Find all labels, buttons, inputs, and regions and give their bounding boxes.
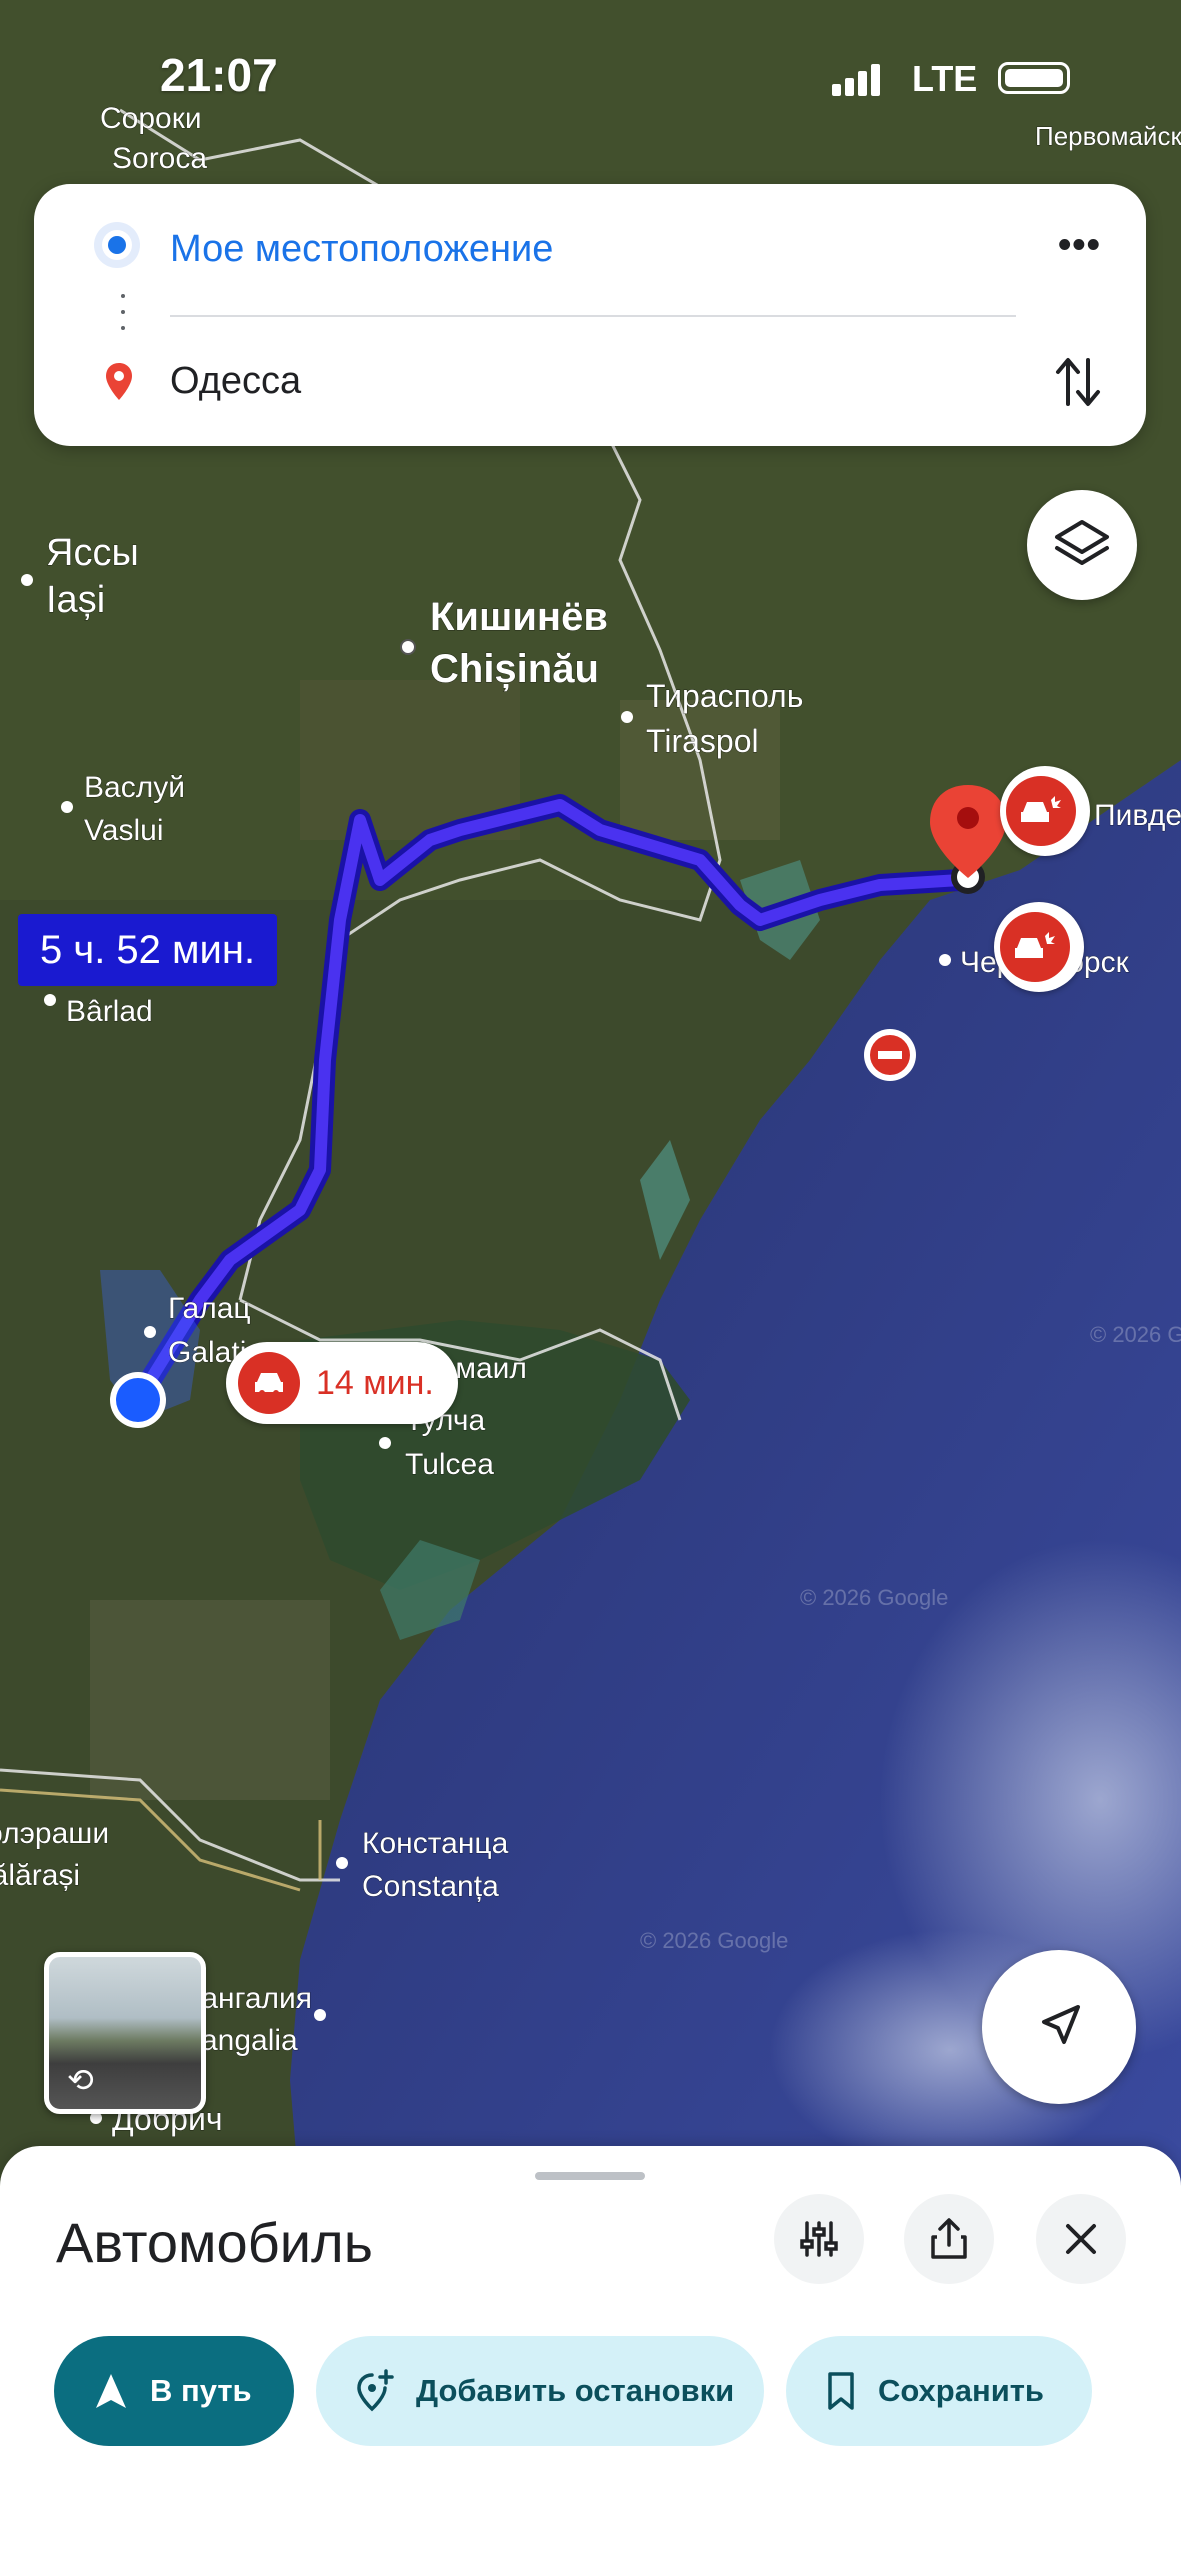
route-connector-dots [121,294,125,344]
destination-pin-icon [106,363,132,400]
map-label-tulcea: Tulcea [405,1448,494,1481]
traffic-car-icon [238,1352,300,1414]
map-watermark: © 2026 Google [640,1928,788,1953]
signal-icon [832,64,880,96]
map-label-tiraspol: Tiraspol [646,723,759,759]
map-label-constanta: Constanța [362,1870,499,1903]
share-icon [931,2218,967,2259]
field-divider [170,315,1016,317]
save-route-button[interactable]: Сохранить [786,2336,1092,2446]
map-label-vaslui-ru: Васлуй [84,771,185,804]
origin-field[interactable]: Мое местоположение [170,228,553,271]
map-label-galati-ru: Галац [168,1292,251,1325]
status-bar: 21:07 LTE [0,0,1181,150]
navigation-icon [96,2374,126,2408]
save-route-label: Сохранить [878,2373,1044,2408]
map-watermark: © 2026 Google [800,1585,948,1610]
start-navigation-button[interactable]: В путь [54,2336,294,2446]
add-stops-label: Добавить остановки [416,2373,735,2408]
navigation-arrow-icon [1042,2005,1080,2044]
map-label-vaslui: Vaslui [84,814,163,847]
map-watermark: © 2026 Google [1090,1322,1181,1347]
incident-crash-bubble[interactable] [1000,766,1090,856]
map-label-tiraspol-ru: Тирасполь [646,678,803,714]
map-label-chisinau-ru: Кишинёв [430,595,608,639]
layers-button[interactable] [1027,490,1137,600]
recenter-button[interactable] [982,1950,1136,2104]
travel-mode-title: Автомобиль [56,2211,373,2274]
crash-icon [1006,776,1076,846]
share-button[interactable] [904,2194,994,2284]
map-label-pivdenne: Пивденне [1094,799,1181,832]
map-label-constanta-ru: Констанца [362,1827,509,1860]
map-label-chisinau: Chișinău [430,647,599,691]
route-search-card: Мое местоположение ••• Одесса [34,184,1146,446]
traffic-delay-text: 14 мин. [316,1363,434,1402]
origin-location-icon [102,230,132,260]
incident-crash-bubble[interactable] [994,902,1084,992]
current-location-icon[interactable] [110,1372,166,1428]
street-view-thumbnail[interactable]: ⟲ [44,1952,206,2114]
start-navigation-label: В путь [150,2373,252,2408]
traffic-delay-bubble[interactable]: 14 мин. [226,1342,458,1424]
add-location-icon [357,2369,394,2412]
route-options-button[interactable] [774,2194,864,2284]
battery-icon [998,62,1070,94]
close-button[interactable] [1036,2194,1126,2284]
tune-icon [800,2221,838,2257]
layers-icon [1055,520,1109,565]
directions-bottom-sheet: Автомобиль В путь Добавить остановки Сох… [0,2146,1181,2560]
route-duration-label[interactable]: 5 ч. 52 мин. [18,914,278,986]
swap-directions-icon[interactable] [1054,352,1102,412]
map-label-calarasi: Călărași [0,1859,80,1892]
map-label-calarasi-ru: Кэлэраши [0,1817,109,1850]
more-options-icon[interactable]: ••• [1058,224,1101,267]
status-time: 21:07 [160,49,278,101]
map-label-barlad: Bârlad [66,995,153,1028]
map-label-iasi-ru: Яссы [46,532,139,574]
map-label-iasi: Iași [46,579,105,621]
crash-icon [1000,912,1070,982]
close-icon [1066,2224,1096,2254]
bookmark-icon [828,2372,854,2410]
rotate-360-icon: ⟲ [67,2062,94,2098]
add-stops-button[interactable]: Добавить остановки [316,2336,764,2446]
destination-field[interactable]: Одесса [170,360,301,403]
sheet-drag-handle[interactable] [535,2172,645,2180]
road-closed-icon[interactable] [864,1029,916,1081]
network-type: LTE [912,58,978,99]
